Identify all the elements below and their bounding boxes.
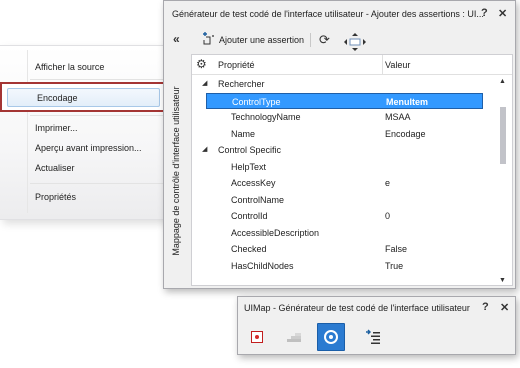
- property-name: HelpText: [231, 161, 267, 172]
- menu-item-print-preview[interactable]: Aperçu avant impression...: [35, 143, 142, 153]
- record-icon: [251, 331, 263, 343]
- help-icon[interactable]: ?: [481, 7, 488, 19]
- record-button[interactable]: [243, 323, 271, 351]
- menu-item-print[interactable]: Imprimer...: [35, 123, 78, 133]
- property-name: ControlId: [231, 211, 268, 221]
- property-value[interactable]: e: [385, 178, 390, 188]
- scroll-down-icon[interactable]: ▼: [499, 277, 506, 284]
- property-group-row[interactable]: ◢ Rechercher: [192, 76, 482, 92]
- property-value[interactable]: 0: [385, 211, 390, 221]
- toolbar-separator: [310, 33, 311, 47]
- menu-gutter-divider: [27, 50, 28, 213]
- grid-header: ⚙ Propriété Valeur: [192, 55, 512, 75]
- gear-icon[interactable]: ⚙: [196, 57, 207, 71]
- scroll-thumb[interactable]: [500, 107, 506, 164]
- close-icon[interactable]: ✕: [498, 7, 507, 20]
- menu-item-properties[interactable]: Propriétés: [35, 192, 76, 202]
- ui-control-map-label: Mappage de contrôle d'interface utilisat…: [171, 86, 181, 256]
- property-value[interactable]: True: [385, 261, 403, 271]
- collapse-triangle-icon[interactable]: ◢: [202, 145, 207, 153]
- refresh-icon[interactable]: ⟳: [319, 32, 330, 48]
- property-row[interactable]: AccessKey e: [192, 175, 482, 191]
- property-name: AccessibleDescription: [231, 227, 320, 238]
- uimap-window-title: UIMap - Générateur de test codé de l'int…: [244, 303, 470, 313]
- menu-item-encoding-highlight: Encodage: [0, 82, 165, 112]
- recorded-steps-button[interactable]: [280, 323, 308, 351]
- property-row[interactable]: Checked False: [192, 241, 482, 257]
- property-name: ControlType: [232, 96, 281, 107]
- property-name: Rechercher: [218, 79, 265, 89]
- property-row[interactable]: HelpText: [192, 159, 482, 175]
- recorded-steps-icon: [287, 333, 301, 342]
- generate-code-button[interactable]: [359, 323, 387, 351]
- property-name: Checked: [231, 244, 267, 254]
- add-assertion-icon[interactable]: [201, 32, 215, 49]
- property-name: Name: [231, 128, 256, 139]
- help-icon[interactable]: ?: [482, 301, 489, 313]
- scrollbar[interactable]: ▲ ▼: [496, 76, 510, 284]
- collapse-triangle-icon[interactable]: ◢: [202, 79, 207, 87]
- property-row[interactable]: ControlType MenuItem: [206, 92, 483, 109]
- navigate-arrows-icon[interactable]: [343, 32, 367, 55]
- property-row[interactable]: TechnologyName MSAA: [192, 109, 482, 125]
- column-header-property[interactable]: Propriété: [218, 60, 255, 70]
- menu-separator: [30, 115, 164, 116]
- property-group-row[interactable]: ◢ Control Specific: [192, 142, 482, 158]
- menu-item-show-source[interactable]: Afficher la source: [35, 62, 104, 72]
- add-assertion-button[interactable]: Ajouter une assertion: [219, 35, 304, 45]
- add-assertions-window: Générateur de test codé de l'interface u…: [163, 0, 516, 289]
- property-row[interactable]: Name Encodage: [192, 126, 482, 142]
- property-value[interactable]: False: [385, 244, 407, 254]
- property-value[interactable]: MenuItem: [386, 97, 428, 107]
- crosshair-target-icon: [324, 330, 338, 344]
- property-row[interactable]: ControlId 0: [192, 208, 482, 224]
- property-grid: ⚙ Propriété Valeur ◢ Rechercher ControlTyp…: [191, 54, 513, 286]
- property-row[interactable]: HasChildNodes True: [192, 258, 482, 274]
- close-icon[interactable]: ✕: [500, 301, 509, 314]
- menu-separator: [30, 183, 164, 184]
- menu-item-encoding-label: Encodage: [37, 93, 78, 103]
- property-value[interactable]: MSAA: [385, 112, 411, 122]
- menu-item-encoding[interactable]: Encodage: [7, 88, 160, 107]
- property-name: Control Specific: [218, 145, 282, 155]
- property-value[interactable]: Encodage: [385, 129, 426, 139]
- column-header-value[interactable]: Valeur: [385, 60, 410, 70]
- generate-code-icon: [365, 329, 381, 348]
- uimap-builder-window: UIMap - Générateur de test codé de l'int…: [237, 296, 516, 355]
- title-bar: Générateur de test codé de l'interface u…: [164, 1, 515, 26]
- add-assertion-crosshair-button[interactable]: [317, 323, 345, 351]
- context-menu: Afficher la source Imprimer... Aperçu av…: [0, 45, 173, 220]
- property-name: ControlName: [231, 194, 285, 205]
- toolbar: « Ajouter une assertion ⟳: [164, 26, 515, 53]
- double-chevron-left-icon[interactable]: «: [173, 32, 180, 46]
- window-title: Générateur de test codé de l'interface u…: [172, 9, 484, 19]
- column-divider: [382, 55, 383, 75]
- side-panel-tab[interactable]: Mappage de contrôle d'interface utilisat…: [165, 55, 187, 287]
- scroll-up-icon[interactable]: ▲: [499, 78, 506, 85]
- property-row[interactable]: ControlName: [192, 192, 482, 208]
- property-name: HasChildNodes: [231, 260, 294, 271]
- property-name: TechnologyName: [231, 112, 301, 122]
- property-row[interactable]: AccessibleDescription: [192, 225, 482, 241]
- menu-item-refresh[interactable]: Actualiser: [35, 163, 75, 173]
- menu-separator: [30, 79, 164, 80]
- screen: Afficher la source Imprimer... Aperçu av…: [0, 0, 520, 368]
- property-name: AccessKey: [231, 178, 276, 188]
